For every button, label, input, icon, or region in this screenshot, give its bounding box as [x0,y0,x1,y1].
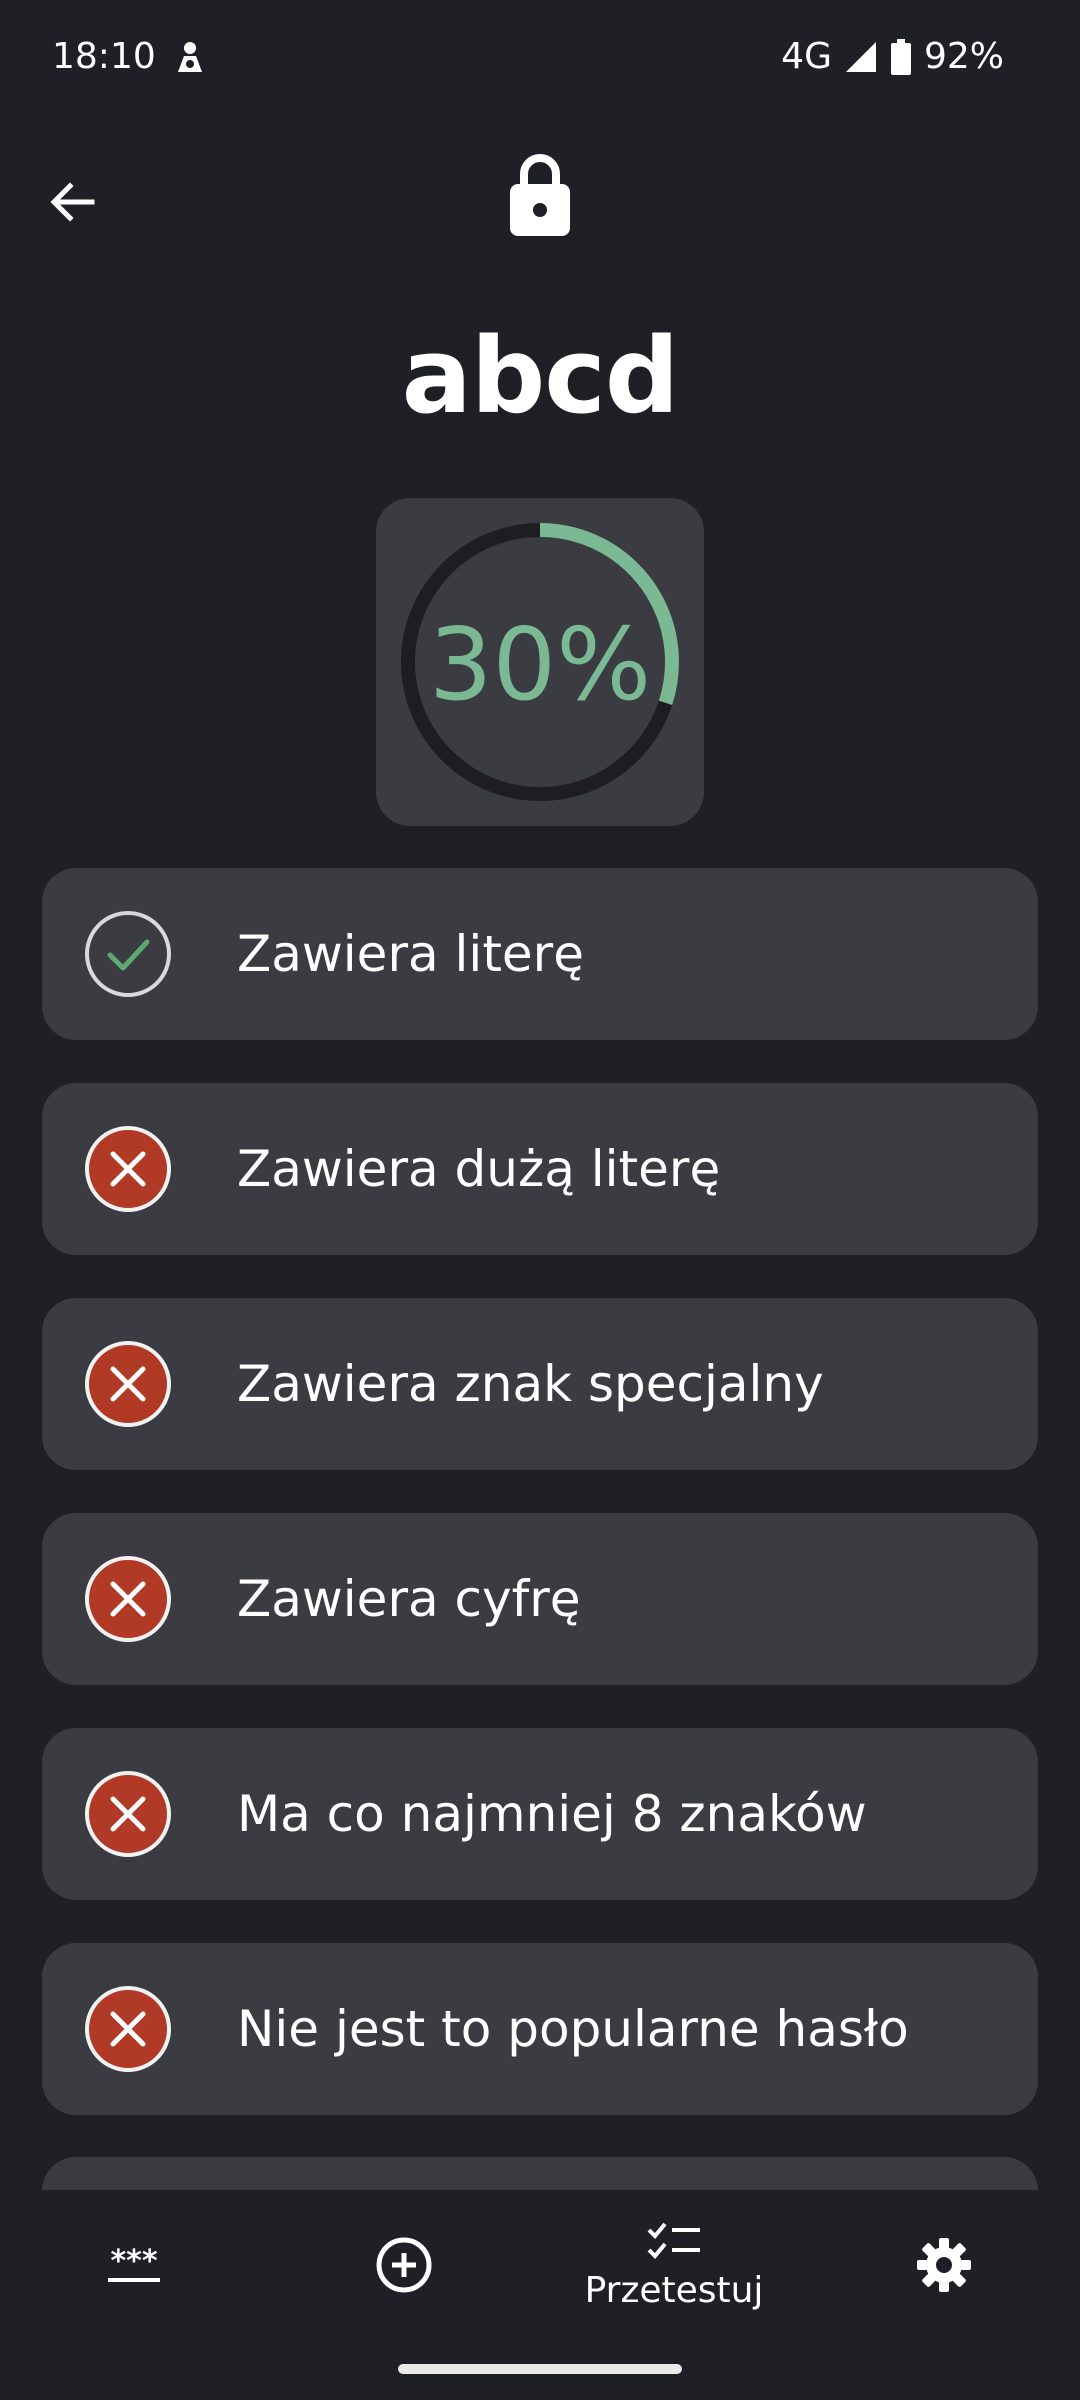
requirement-item: Ma co najmniej 8 znaków [42,1728,1038,1900]
nav-test-label: Przetestuj [584,2269,764,2311]
requirement-item: Zawiera literę [42,868,1038,1040]
nav-passwords[interactable]: *** [34,2190,234,2340]
password-dots-icon: *** [108,2245,160,2282]
signal-icon [845,41,876,72]
status-time: 18:10 [52,36,156,77]
strength-score-label: 30% [428,606,652,723]
cross-circle-icon [85,1126,171,1212]
status-bar: 18:10 4G 92% [0,0,1080,120]
notification-icon [178,42,202,72]
requirement-label: Zawiera znak specjalny [237,1355,824,1413]
requirement-item-partial [42,2157,1038,2191]
requirement-label: Zawiera literę [237,925,584,983]
network-type: 4G [781,36,832,77]
nav-settings[interactable] [844,2190,1044,2340]
cross-circle-icon [85,1556,171,1642]
svg-text:***: *** [110,2245,157,2279]
requirements-list: Zawiera literę Zawiera dużą literę Zawie… [42,868,1038,2158]
requirement-label: Nie jest to popularne hasło [237,2000,909,2058]
battery-icon [890,38,911,75]
requirement-item: Zawiera dużą literę [42,1083,1038,1255]
requirement-item: Zawiera cyfrę [42,1513,1038,1685]
checklist-icon [647,2222,700,2259]
requirement-label: Zawiera dużą literę [237,1140,721,1198]
strength-score-card: 30% [376,498,704,826]
arrow-left-icon [50,182,95,222]
password-text: abcd [401,315,680,437]
add-circle-icon [376,2237,432,2293]
status-right: 4G 92% [781,36,1004,77]
check-circle-icon [85,911,171,997]
cross-circle-icon [85,1771,171,1857]
nav-add[interactable] [304,2190,504,2340]
lock-icon [510,154,570,236]
top-bar [0,140,1080,250]
settings-gear-icon [917,2238,971,2292]
requirement-item: Nie jest to popularne hasło [42,1943,1038,2115]
cross-circle-icon [85,1986,171,2072]
back-button[interactable] [40,170,104,234]
requirement-label: Ma co najmniej 8 znaków [237,1785,867,1843]
cross-circle-icon [85,1341,171,1427]
requirement-label: Zawiera cyfrę [237,1570,581,1628]
requirement-item: Zawiera znak specjalny [42,1298,1038,1470]
home-indicator[interactable] [398,2364,682,2374]
nav-test[interactable]: Przetestuj [574,2190,774,2340]
battery-level: 92% [923,36,1004,77]
